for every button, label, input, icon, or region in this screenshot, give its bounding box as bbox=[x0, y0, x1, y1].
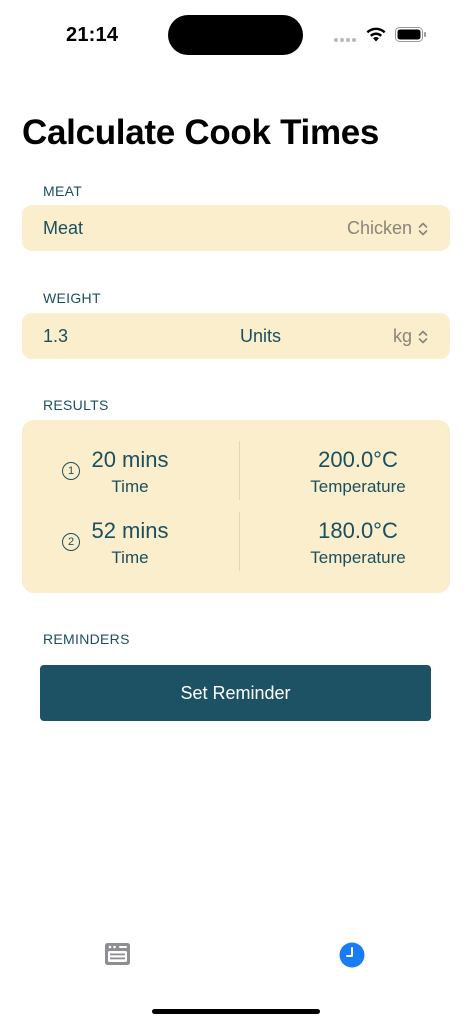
step-1-time-label: Time bbox=[111, 477, 149, 496]
meat-picker[interactable]: Meat Chicken bbox=[22, 205, 450, 251]
results-card: 1 20 mins Time 200.0°C Temperature 2 52 … bbox=[22, 420, 450, 593]
results-divider bbox=[239, 441, 240, 500]
meat-section-label: MEAT bbox=[43, 183, 83, 199]
weight-row: 1.3 Units kg bbox=[22, 313, 450, 359]
step-2-temperature-label: Temperature bbox=[310, 548, 406, 567]
tab-bar bbox=[0, 930, 471, 980]
set-reminder-button[interactable]: Set Reminder bbox=[40, 665, 431, 721]
chevron-up-down-icon bbox=[418, 222, 428, 235]
cellular-signal-icon bbox=[334, 38, 356, 42]
battery-icon bbox=[395, 27, 426, 42]
results-section-label: RESULTS bbox=[43, 397, 109, 413]
meat-label: Meat bbox=[43, 218, 84, 238]
clock-icon[interactable] bbox=[339, 942, 365, 968]
step-2-temperature-value: 180.0°C bbox=[318, 518, 398, 543]
step-2-number-icon: 2 bbox=[62, 533, 80, 551]
oven-icon[interactable] bbox=[104, 942, 131, 966]
dynamic-island bbox=[168, 15, 303, 55]
unit-selected-value: kg bbox=[392, 326, 412, 346]
status-time: 21:14 bbox=[66, 24, 119, 46]
meat-value[interactable]: Chicken bbox=[347, 218, 428, 239]
page-title: Calculate Cook Times bbox=[22, 113, 380, 152]
results-divider bbox=[239, 512, 240, 571]
unit-picker[interactable]: kg bbox=[393, 326, 428, 347]
step-1-number-icon: 1 bbox=[62, 462, 80, 480]
units-label: Units bbox=[240, 326, 282, 346]
status-bar: 21:14 bbox=[0, 0, 471, 70]
wifi-icon bbox=[366, 27, 386, 42]
chevron-up-down-icon bbox=[418, 330, 428, 343]
step-2-time-label: Time bbox=[111, 548, 149, 567]
step-1-time-value: 20 mins bbox=[91, 447, 169, 472]
home-indicator[interactable] bbox=[152, 1009, 320, 1014]
step-1-temperature-value: 200.0°C bbox=[318, 447, 398, 472]
step-2-time-value: 52 mins bbox=[91, 518, 169, 543]
weight-section-label: WEIGHT bbox=[43, 290, 101, 306]
meat-selected-value: Chicken bbox=[346, 218, 412, 238]
step-1-temperature-label: Temperature bbox=[310, 477, 406, 496]
reminders-section-label: REMINDERS bbox=[43, 631, 130, 647]
weight-input[interactable]: 1.3 bbox=[43, 326, 68, 347]
